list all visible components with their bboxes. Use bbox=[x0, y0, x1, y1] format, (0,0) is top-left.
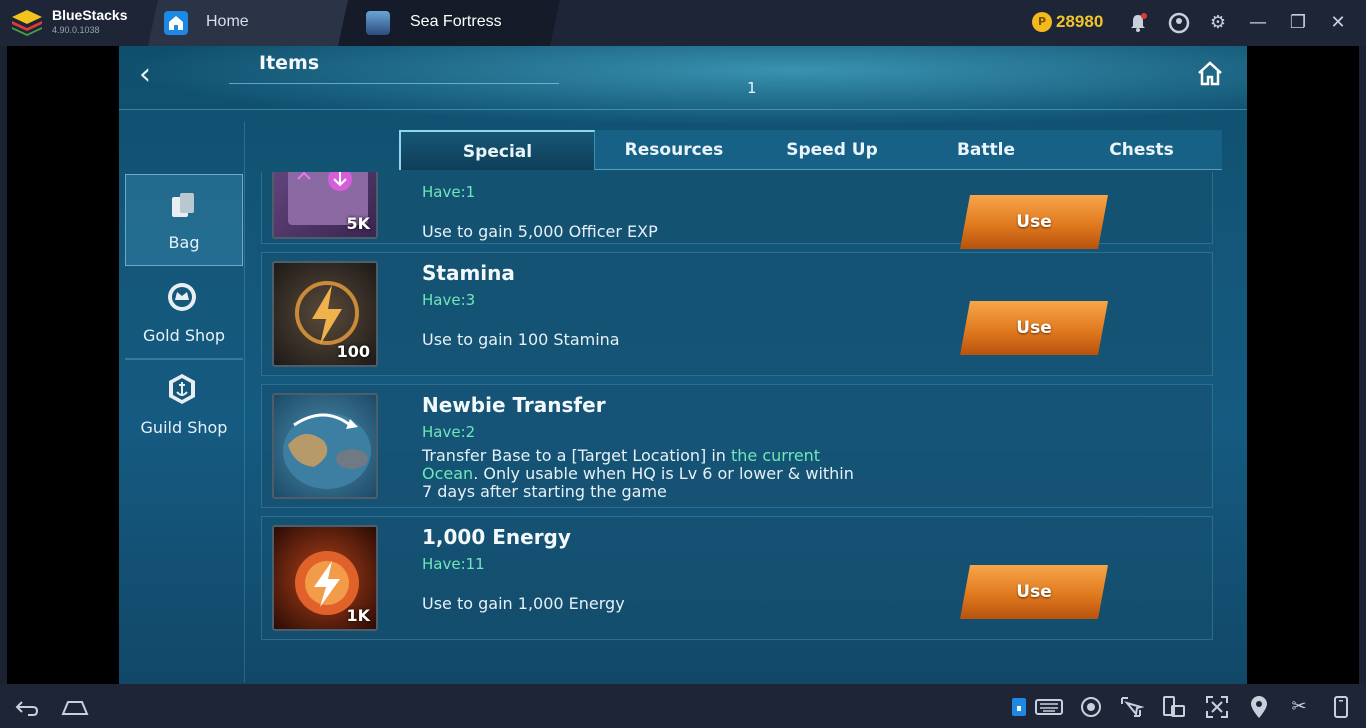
page-number: 1 bbox=[747, 79, 757, 97]
use-button[interactable]: Use bbox=[960, 195, 1108, 249]
item-description: Use to gain 5,000 Officer EXP bbox=[422, 222, 658, 241]
item-description: Transfer Base to a [Target Location] in … bbox=[422, 447, 862, 501]
bluestacks-logo-icon bbox=[12, 10, 42, 36]
tab-special[interactable]: Special bbox=[399, 130, 595, 170]
tab-battle[interactable]: Battle bbox=[911, 130, 1061, 170]
item-have-count: Have:11 bbox=[422, 555, 485, 573]
bluestacks-window: BlueStacks 4.90.0.1038 Home Sea Fortress… bbox=[0, 0, 1366, 728]
tab-resources[interactable]: Resources bbox=[595, 130, 753, 170]
anchor-shield-icon bbox=[169, 374, 195, 404]
tab-home[interactable]: Home bbox=[148, 0, 353, 46]
item-name: 1,000 Energy bbox=[422, 525, 571, 549]
eye-icon[interactable] bbox=[1078, 694, 1104, 720]
nav-item-bag[interactable]: Bag bbox=[125, 174, 243, 266]
home-button-icon[interactable] bbox=[1194, 58, 1226, 90]
side-nav: Bag Gold Shop Guild Shop bbox=[119, 122, 245, 682]
items-panel: ‹ Items 1 Bag Gold Shop Guild Shop Speci… bbox=[119, 46, 1247, 684]
item-name: Newbie Transfer bbox=[422, 393, 606, 417]
fullscreen-icon[interactable] bbox=[1204, 694, 1230, 720]
item-description: Use to gain 1,000 Energy bbox=[422, 594, 625, 613]
item-list[interactable]: 5K Have:1 Use to gain 5,000 Officer EXP … bbox=[261, 172, 1221, 684]
game-icon bbox=[366, 11, 390, 35]
nav-label: Gold Shop bbox=[142, 326, 226, 345]
nav-label: Guild Shop bbox=[140, 418, 228, 437]
item-quantity: 1K bbox=[346, 606, 370, 625]
gear-icon[interactable]: ⚙ bbox=[1206, 11, 1230, 35]
nav-item-gold-shop[interactable]: Gold Shop bbox=[125, 268, 243, 360]
title-bar: BlueStacks 4.90.0.1038 Home Sea Fortress… bbox=[0, 0, 1366, 46]
item-quantity: 100 bbox=[336, 342, 370, 361]
category-tabs: Special Resources Speed Up Battle Chests bbox=[399, 130, 1222, 170]
energy-fire-icon: 1K bbox=[272, 525, 378, 631]
app-name: BlueStacks bbox=[52, 7, 128, 23]
location-pin-icon[interactable] bbox=[1246, 694, 1272, 720]
list-item: 100 Stamina Have:3 Use to gain 100 Stami… bbox=[261, 252, 1213, 376]
keyboard-icon[interactable] bbox=[1034, 694, 1064, 720]
bell-icon[interactable] bbox=[1126, 11, 1150, 35]
scissors-icon[interactable]: ✂ bbox=[1286, 694, 1312, 720]
use-button[interactable]: Use bbox=[960, 565, 1108, 619]
tab-chests[interactable]: Chests bbox=[1061, 130, 1222, 170]
nav-item-guild-shop[interactable]: Guild Shop bbox=[125, 360, 243, 452]
desc-text: . Only usable when HQ is Lv 6 or lower &… bbox=[422, 464, 854, 501]
item-have-count: Have:3 bbox=[422, 291, 476, 309]
use-button[interactable]: Use bbox=[960, 301, 1108, 355]
home-icon bbox=[164, 11, 188, 35]
bag-icon bbox=[172, 193, 194, 217]
item-name: Stamina bbox=[422, 261, 515, 285]
item-quantity: 5K bbox=[346, 214, 370, 233]
item-have-count: Have:1 bbox=[422, 183, 476, 201]
location-toggle-icon[interactable] bbox=[1006, 694, 1032, 720]
item-have-count: Have:2 bbox=[422, 423, 476, 441]
back-button[interactable]: ‹ bbox=[139, 60, 169, 94]
home-outline-icon[interactable] bbox=[60, 694, 90, 720]
stamina-bolt-icon: 100 bbox=[272, 261, 378, 367]
coin-count: 28980 bbox=[1056, 12, 1104, 31]
tab-label: Home bbox=[206, 13, 249, 30]
tab-speed-up[interactable]: Speed Up bbox=[753, 130, 911, 170]
app-version: 4.90.0.1038 bbox=[52, 25, 100, 35]
pointer-icon[interactable] bbox=[1118, 694, 1145, 720]
header-bar: ‹ Items 1 bbox=[119, 46, 1247, 110]
tab-sea-fortress[interactable]: Sea Fortress bbox=[338, 0, 560, 46]
minimize-icon[interactable]: — bbox=[1246, 11, 1270, 35]
restore-icon[interactable]: ❐ bbox=[1286, 11, 1310, 35]
list-item: Newbie Transfer Have:2 Transfer Base to … bbox=[261, 384, 1213, 508]
android-nav-bar: ✂ bbox=[0, 684, 1366, 728]
game-viewport: ‹ Items 1 Bag Gold Shop Guild Shop Speci… bbox=[7, 46, 1359, 684]
coin-icon: P bbox=[1032, 12, 1052, 32]
globe-transfer-icon bbox=[272, 393, 378, 499]
list-item: 1K 1,000 Energy Have:11 Use to gain 1,00… bbox=[261, 516, 1213, 640]
tab-label: Sea Fortress bbox=[410, 13, 502, 30]
rotate-icon[interactable] bbox=[1160, 694, 1186, 720]
account-icon[interactable] bbox=[1167, 11, 1191, 35]
close-icon[interactable]: ✕ bbox=[1326, 11, 1350, 35]
crown-icon bbox=[168, 283, 196, 311]
nav-label: Bag bbox=[168, 233, 200, 252]
officer-exp-book-icon: 5K bbox=[272, 172, 378, 239]
item-description: Use to gain 100 Stamina bbox=[422, 330, 620, 349]
device-icon[interactable] bbox=[1328, 694, 1354, 720]
desc-text: Transfer Base to a [Target Location] in bbox=[422, 446, 732, 465]
page-title: Items bbox=[259, 52, 320, 74]
back-arrow-icon[interactable] bbox=[14, 694, 40, 720]
list-item: 5K Have:1 Use to gain 5,000 Officer EXP … bbox=[261, 172, 1213, 244]
